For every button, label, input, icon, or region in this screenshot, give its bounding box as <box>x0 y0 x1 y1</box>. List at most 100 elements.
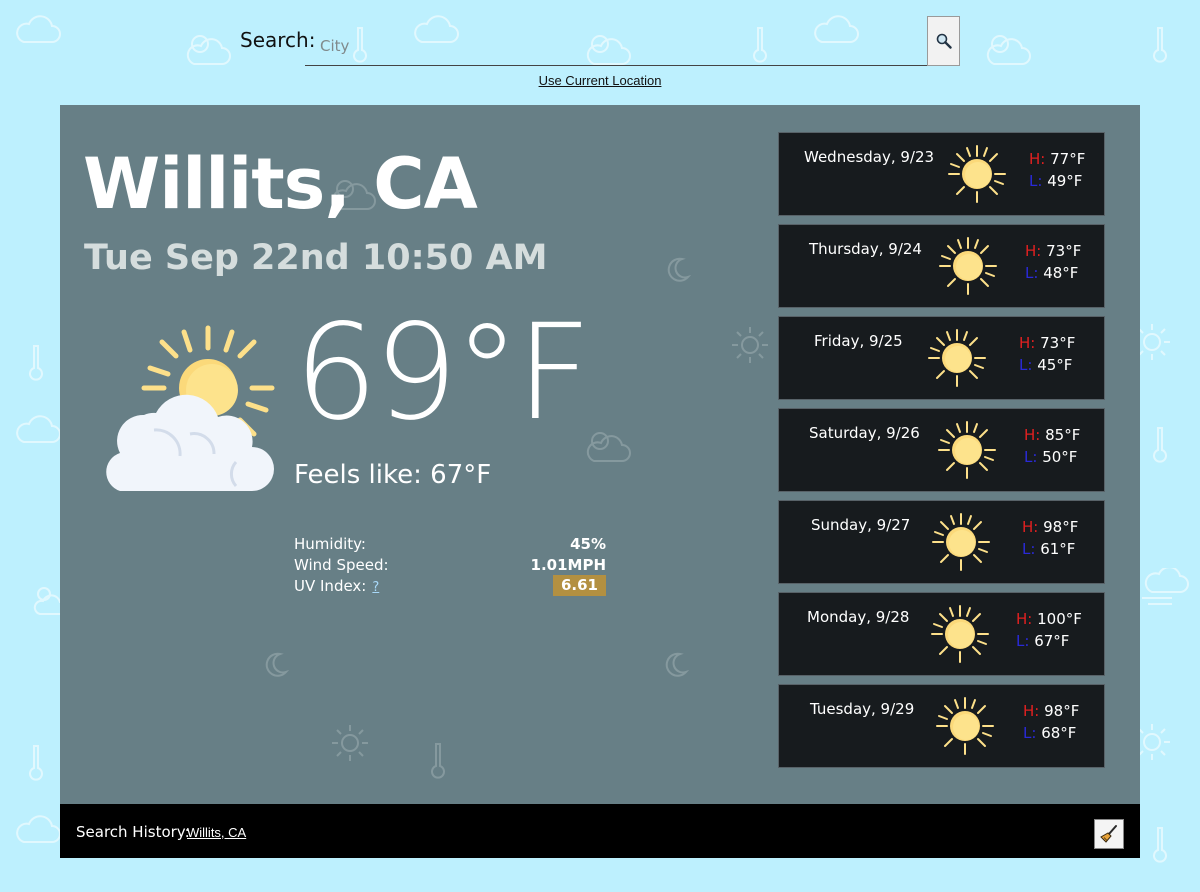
weather-stats: Humidity: 45% Wind Speed: 1.01MPH UV Ind… <box>294 533 606 596</box>
forecast-card: Sunday, 9/27 H: 98°F L: 61°F <box>778 500 1105 584</box>
cloud-pattern-icon <box>16 815 61 843</box>
forecast-temps: H: 98°F L: 61°F <box>1022 516 1078 560</box>
forecast-temps: H: 98°F L: 68°F <box>1023 700 1079 744</box>
current-weather-panel: Willits, CA Tue Sep 22nd 10:50 AM 69°F F… <box>60 105 1140 804</box>
thermometer-pattern-icon <box>1153 27 1167 63</box>
low-temp: 48°F <box>1043 264 1079 282</box>
uv-index-row: UV Index:? 6.61 <box>294 575 606 596</box>
uv-index-value: 6.61 <box>552 575 606 596</box>
high-label: H: <box>1029 150 1046 168</box>
sun-icon <box>932 513 990 571</box>
clear-history-button[interactable] <box>1094 819 1124 849</box>
city-name: Willits, CA <box>83 143 478 225</box>
forecast-card: Friday, 9/25 H: 73°F L: 45°F <box>778 316 1105 400</box>
forecast-temps: H: 100°F L: 67°F <box>1016 608 1082 652</box>
forecast-day: Sunday, 9/27 <box>811 516 911 534</box>
low-label: L: <box>1023 724 1037 742</box>
feels-like: Feels like: 67°F <box>294 460 492 490</box>
high-label: H: <box>1025 242 1042 260</box>
high-temp: 85°F <box>1045 426 1081 444</box>
high-label: H: <box>1023 702 1040 720</box>
sun-icon <box>928 329 986 387</box>
low-label: L: <box>1029 172 1043 190</box>
low-label: L: <box>1022 540 1036 558</box>
high-temp: 77°F <box>1050 150 1086 168</box>
moon-pattern-icon <box>265 652 290 677</box>
uv-index-label: UV Index: <box>294 576 367 595</box>
low-temp: 50°F <box>1042 448 1078 466</box>
low-label: L: <box>1025 264 1039 282</box>
cloud-pattern-icon <box>16 415 61 443</box>
partly-cloudy-pattern-icon <box>186 35 231 65</box>
low-temp: 45°F <box>1037 356 1073 374</box>
partly-cloudy-pattern-icon <box>586 432 631 462</box>
high-temp: 100°F <box>1037 610 1082 628</box>
moon-pattern-icon <box>665 652 690 677</box>
wind-speed-value: 1.01MPH <box>530 555 606 574</box>
wind-cloud-pattern-icon <box>1142 568 1189 605</box>
sun-pattern-icon <box>332 725 368 761</box>
forecast-day: Wednesday, 9/23 <box>804 148 935 166</box>
use-current-location-link[interactable]: Use Current Location <box>539 73 662 88</box>
low-temp: 49°F <box>1047 172 1083 190</box>
city-search-input[interactable] <box>305 16 927 66</box>
high-label: H: <box>1019 334 1036 352</box>
wind-speed-label: Wind Speed: <box>294 555 389 574</box>
high-label: H: <box>1024 426 1041 444</box>
thermometer-pattern-icon <box>1153 427 1167 463</box>
forecast-day: Friday, 9/25 <box>814 332 903 350</box>
high-temp: 98°F <box>1043 518 1079 536</box>
forecast-temps: H: 85°F L: 50°F <box>1024 424 1080 468</box>
humidity-value: 45% <box>570 534 606 553</box>
low-temp: 68°F <box>1041 724 1077 742</box>
wind-speed-row: Wind Speed: 1.01MPH <box>294 554 606 575</box>
forecast-day: Monday, 9/28 <box>807 608 910 626</box>
uv-index-label-group: UV Index:? <box>294 577 379 595</box>
high-label: H: <box>1022 518 1039 536</box>
forecast-temps: H: 77°F L: 49°F <box>1029 148 1085 192</box>
search-history-label: Search History: <box>76 823 190 841</box>
sun-icon <box>931 605 989 663</box>
forecast-day: Saturday, 9/26 <box>809 424 920 442</box>
thermometer-pattern-icon <box>29 345 43 381</box>
sun-icon <box>936 697 994 755</box>
high-temp: 98°F <box>1044 702 1080 720</box>
current-datetime: Tue Sep 22nd 10:50 AM <box>84 238 548 278</box>
search-history-bar: Search History: Willits, CA <box>60 804 1140 858</box>
forecast-temps: H: 73°F L: 45°F <box>1019 332 1075 376</box>
search-button[interactable] <box>927 16 960 66</box>
low-label: L: <box>1016 632 1030 650</box>
forecast-temps: H: 73°F L: 48°F <box>1025 240 1081 284</box>
forecast-card: Thursday, 9/24 H: 73°F L: 48°F <box>778 224 1105 308</box>
sun-icon <box>938 421 996 479</box>
high-temp: 73°F <box>1040 334 1076 352</box>
low-temp: 67°F <box>1034 632 1070 650</box>
history-item[interactable]: Willits, CA <box>187 825 246 840</box>
high-label: H: <box>1016 610 1033 628</box>
moon-pattern-icon <box>667 257 692 282</box>
thermometer-pattern-icon <box>431 743 445 779</box>
forecast-card: Tuesday, 9/29 H: 98°F L: 68°F <box>778 684 1105 768</box>
sun-icon <box>939 237 997 295</box>
forecast-day: Tuesday, 9/29 <box>810 700 915 718</box>
humidity-row: Humidity: 45% <box>294 533 606 554</box>
sun-behind-cloud-icon <box>106 325 275 491</box>
low-label: L: <box>1024 448 1038 466</box>
low-temp: 61°F <box>1040 540 1076 558</box>
cloud-pattern-icon <box>16 15 61 43</box>
sun-pattern-icon <box>732 327 768 363</box>
forecast-card: Monday, 9/28 H: 100°F L: 67°F <box>778 592 1105 676</box>
magnifier-icon <box>936 33 952 49</box>
broom-icon <box>1100 825 1117 843</box>
thermometer-pattern-icon <box>1153 827 1167 863</box>
uv-help-link[interactable]: ? <box>372 580 379 595</box>
current-temperature: 69°F <box>294 296 592 450</box>
use-location-row: Use Current Location <box>0 73 1200 88</box>
forecast-card: Saturday, 9/26 H: 85°F L: 50°F <box>778 408 1105 492</box>
partly-cloudy-pattern-icon <box>986 35 1031 65</box>
forecast-card: Wednesday, 9/23 H: 77°F L: 49°F <box>778 132 1105 216</box>
forecast-list: Wednesday, 9/23 H: 77°F L: 49°F Thursday… <box>778 132 1105 776</box>
low-label: L: <box>1019 356 1033 374</box>
humidity-label: Humidity: <box>294 534 366 553</box>
sun-icon <box>948 145 1006 203</box>
